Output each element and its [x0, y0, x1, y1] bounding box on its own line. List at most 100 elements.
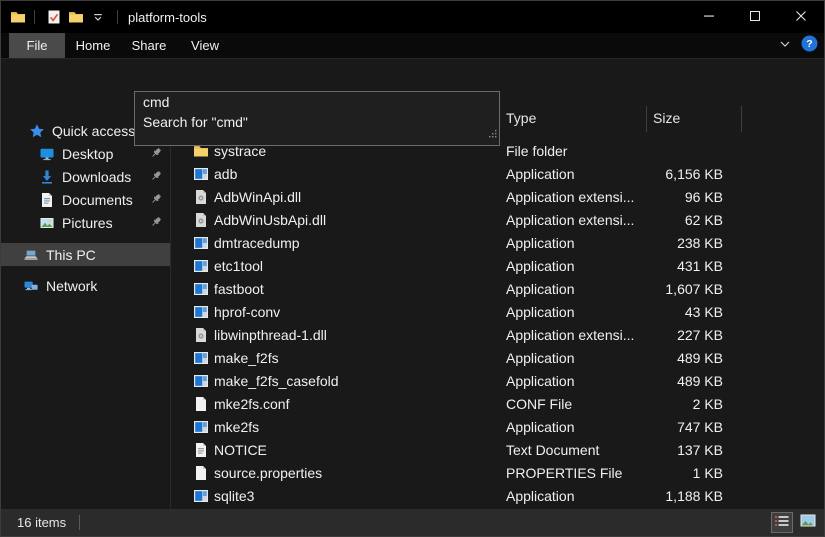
dll-icon — [193, 212, 209, 228]
tab-home[interactable]: Home — [65, 33, 121, 58]
help-button[interactable]: ? — [801, 35, 818, 57]
sidebar-item-downloads[interactable]: Downloads — [1, 165, 170, 188]
status-bar: 16 items — [1, 509, 824, 536]
details-view-icon — [775, 514, 789, 532]
customize-quick-access-button[interactable] — [87, 6, 109, 28]
file-row[interactable]: make_f2fsApplication489 KB — [171, 347, 824, 370]
file-name[interactable]: dmtracedump — [214, 235, 300, 251]
exe-icon — [193, 488, 209, 504]
file-row[interactable]: mke2fsApplication747 KB — [171, 416, 824, 439]
file-row[interactable]: mke2fs.confCONF File2 KB — [171, 393, 824, 416]
exe-icon — [193, 258, 209, 274]
file-rows: systraceFile folderadbApplication6,156 K… — [171, 140, 824, 508]
resize-grip-icon[interactable] — [488, 125, 497, 143]
file-size: 747 KB — [601, 419, 723, 435]
new-folder-icon — [68, 9, 84, 25]
exe-icon — [193, 235, 209, 251]
file-size: 2 KB — [601, 396, 723, 412]
file-type: Application — [506, 488, 575, 504]
file-type: File folder — [506, 143, 567, 159]
dll-icon — [193, 189, 209, 205]
file-name[interactable]: mke2fs — [214, 419, 259, 435]
file-name[interactable]: fastboot — [214, 281, 264, 297]
column-header-type[interactable]: Type — [506, 110, 536, 126]
file-size: 1 KB — [601, 465, 723, 481]
file-name[interactable]: source.properties — [214, 465, 322, 481]
navigation-pane: Quick accessDesktopDownloadsDocumentsPic… — [1, 101, 171, 509]
file-size: 137 KB — [601, 442, 723, 458]
file-size: 6,156 KB — [601, 166, 723, 182]
file-size: 1,607 KB — [601, 281, 723, 297]
file-name[interactable]: sqlite3 — [214, 488, 254, 504]
close-button[interactable] — [778, 1, 824, 32]
exe-icon — [193, 373, 209, 389]
file-name[interactable]: AdbWinUsbApi.dll — [214, 212, 326, 228]
star-icon — [29, 123, 45, 139]
file-size: 227 KB — [601, 327, 723, 343]
tab-file[interactable]: File — [9, 33, 65, 58]
minimize-button[interactable] — [686, 1, 732, 32]
file-name[interactable]: make_f2fs — [214, 350, 279, 366]
details-view-button[interactable] — [771, 512, 793, 533]
file-row[interactable]: make_f2fs_casefold Application 489 KB — [171, 370, 824, 393]
exe-icon — [193, 419, 209, 435]
file-row[interactable]: hprof-convApplication43 KB — [171, 301, 824, 324]
statusbar-divider — [79, 515, 80, 530]
file-type: Application — [506, 350, 575, 366]
sidebar-item-network[interactable]: Network — [1, 274, 170, 297]
file-name[interactable]: etc1tool — [214, 258, 263, 274]
maximize-button[interactable] — [732, 1, 778, 32]
file-name[interactable]: hprof-conv — [214, 304, 280, 320]
file-type: Application — [506, 373, 575, 389]
tab-share[interactable]: Share — [121, 33, 177, 58]
sidebar-item-this-pc[interactable]: This PC — [1, 243, 170, 266]
file-name[interactable]: make_f2fs_casefold — [214, 373, 339, 389]
exe-icon — [193, 350, 209, 366]
titlebar-separator — [34, 10, 35, 24]
autocomplete-item[interactable]: Search for "cmd" — [135, 112, 499, 132]
file-row[interactable]: NOTICEText Document137 KB — [171, 439, 824, 462]
svg-text:?: ? — [806, 38, 812, 50]
column-header-size[interactable]: Size — [653, 110, 680, 126]
file-icon — [193, 465, 209, 481]
file-row[interactable]: sqlite3Application1,188 KB — [171, 485, 824, 508]
thumbnails-view-button[interactable] — [797, 512, 819, 533]
thispc-icon — [23, 247, 39, 263]
autocomplete-item[interactable]: cmd — [135, 92, 499, 112]
customize-chevron-icon — [90, 9, 106, 25]
close-icon — [796, 8, 806, 26]
file-size: 489 KB — [601, 373, 723, 389]
titlebar: platform-tools — [1, 1, 824, 33]
thumbnails-view-icon — [800, 514, 816, 532]
file-row[interactable]: libwinpthread-1.dllApplication extensi..… — [171, 324, 824, 347]
file-name[interactable]: AdbWinApi.dll — [214, 189, 301, 205]
file-row[interactable]: fastbootApplication1,607 KB — [171, 278, 824, 301]
file-row[interactable]: adbApplication6,156 KB — [171, 163, 824, 186]
file-name[interactable]: libwinpthread-1.dll — [214, 327, 327, 343]
properties-button[interactable] — [43, 6, 65, 28]
window-controls — [686, 1, 824, 32]
file-type: Application — [506, 304, 575, 320]
file-row[interactable]: dmtracedumpApplication238 KB — [171, 232, 824, 255]
file-row[interactable]: AdbWinApi.dllApplication extensi...96 KB — [171, 186, 824, 209]
downloads-icon — [39, 169, 55, 185]
address-autocomplete-dropdown: cmdSearch for "cmd" — [134, 91, 500, 146]
tab-view[interactable]: View — [177, 33, 233, 58]
file-name[interactable]: adb — [214, 166, 237, 182]
pictures-icon — [39, 215, 55, 231]
file-name[interactable]: mke2fs.conf — [214, 396, 289, 412]
sidebar-item-label: Quick access — [52, 123, 135, 139]
file-name[interactable]: NOTICE — [214, 442, 267, 458]
sidebar-item-documents[interactable]: Documents — [1, 188, 170, 211]
file-size: 431 KB — [601, 258, 723, 274]
chevron-down-icon — [779, 37, 791, 54]
sidebar-item-label: Pictures — [62, 215, 113, 231]
new-folder-button[interactable] — [65, 6, 87, 28]
file-row[interactable]: source.propertiesPROPERTIES File1 KB — [171, 462, 824, 485]
file-type: Application — [506, 258, 575, 274]
sidebar-item-pictures[interactable]: Pictures — [1, 211, 170, 234]
file-row[interactable]: etc1tool Application 431 KB — [171, 255, 824, 278]
ribbon-collapse-button[interactable] — [779, 37, 791, 55]
sidebar-item-label: Downloads — [62, 169, 131, 185]
file-row[interactable]: AdbWinUsbApi.dllApplication extensi...62… — [171, 209, 824, 232]
